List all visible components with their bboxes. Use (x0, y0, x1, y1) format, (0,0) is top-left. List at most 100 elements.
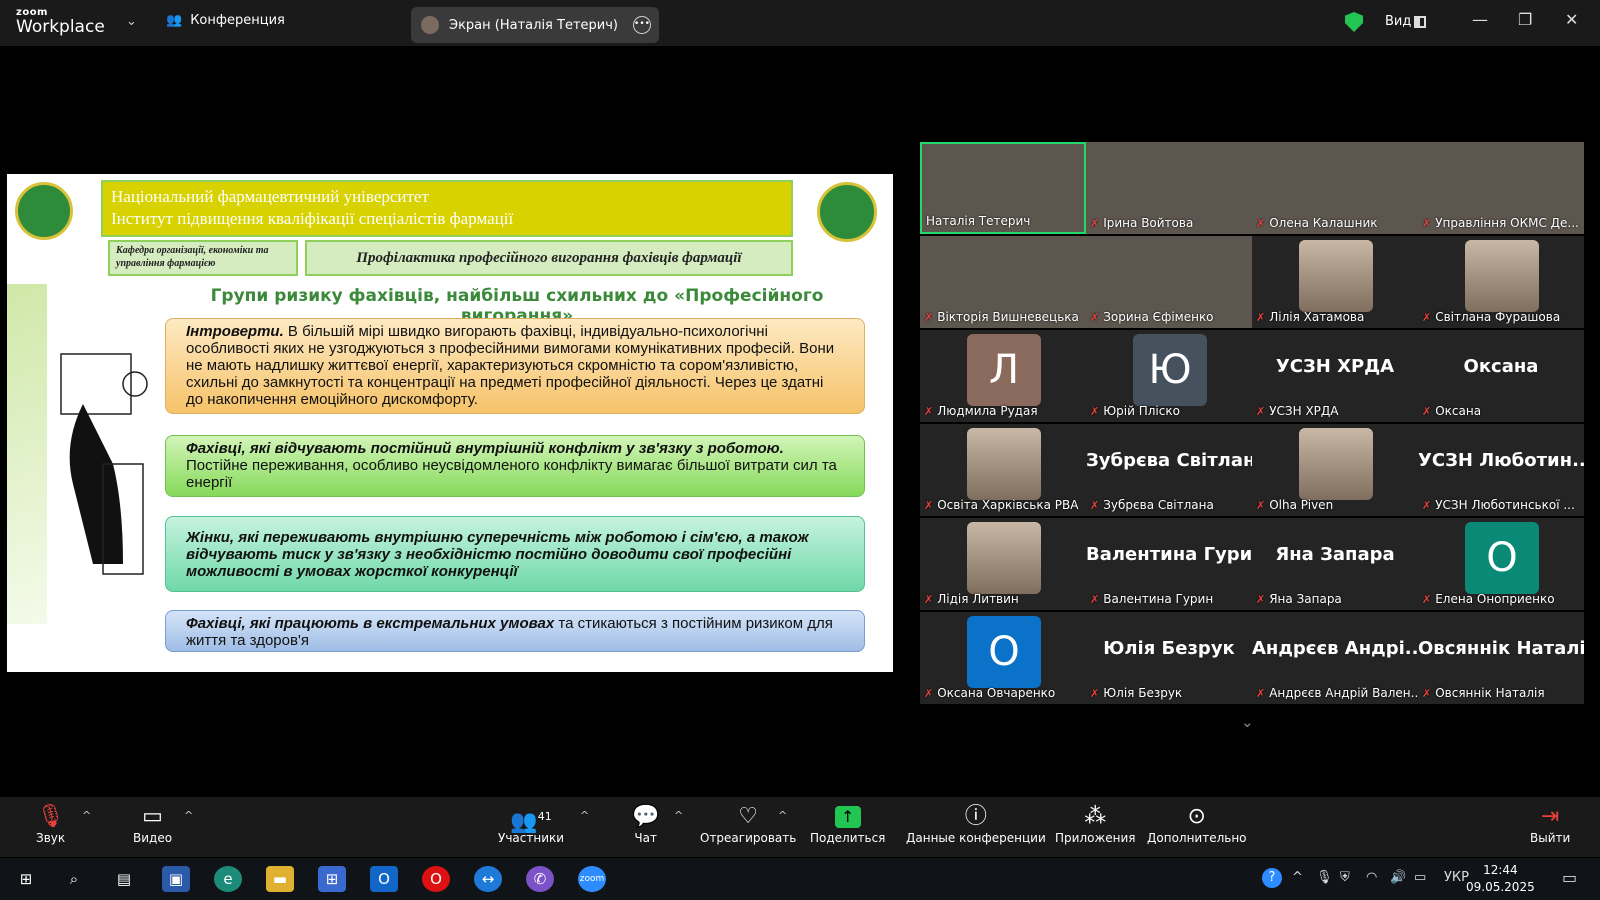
mic-muted-icon: ✗ (924, 498, 934, 512)
view-button[interactable]: Вид (1385, 14, 1411, 29)
chevron-up-icon[interactable]: ^ (1292, 870, 1303, 885)
box1-lead: Інтроверти. (186, 323, 284, 340)
search-icon[interactable]: ⌕ (60, 866, 88, 892)
participant-tile[interactable]: ✗ Ірина Войтова (1086, 142, 1252, 234)
meeting-toolbar: 🎙 Звук ^ ▭ Видео ^ 👥41 Участники ^ 💬 Чат ^ ♡… (0, 797, 1600, 857)
participant-tile[interactable]: Оксана ✗ Оксана (1418, 330, 1584, 422)
meeting-info-button[interactable]: ⓘ Данные конференции (906, 803, 1046, 845)
participant-tile[interactable]: ✗ Лідія Литвин (920, 518, 1086, 610)
participant-tile[interactable]: ✗ Вікторія Вишневецька (920, 236, 1086, 328)
minimize-icon[interactable]: — (1472, 10, 1488, 29)
participant-avatar: Л (967, 334, 1041, 406)
chat-button[interactable]: 💬 Чат (632, 803, 659, 845)
participant-tile[interactable]: Юлія Безрук ✗ Юлія Безрук (1086, 612, 1252, 704)
participants-button[interactable]: 👥41 Участники (498, 803, 564, 845)
participant-name: Андрєєв Андрій Вален... (1269, 686, 1418, 700)
people-icon: 👥 (166, 13, 183, 28)
more-icon[interactable]: ••• (633, 16, 651, 34)
participant-tile[interactable]: ✗ Олена Калашник (1252, 142, 1418, 234)
participant-name: УСЗН ХРДА (1269, 404, 1339, 418)
start-icon[interactable]: ⊞ (12, 866, 40, 892)
battery-icon[interactable]: ▭ (1414, 870, 1426, 885)
participant-tile[interactable]: Валентина Гурин ✗ Валентина Гурин (1086, 518, 1252, 610)
participant-photo (1299, 428, 1373, 500)
participant-display-name: Валентина Гурин (1086, 544, 1252, 565)
chevron-up-icon[interactable]: ^ (674, 809, 683, 822)
info-icon: ⓘ (964, 804, 987, 829)
participant-name: Лілія Хатамова (1269, 310, 1365, 324)
clock[interactable]: 12:44 09.05.2025 (1466, 862, 1535, 896)
opera-icon[interactable]: O (422, 866, 450, 892)
participant-name-label: ✗ Світлана Фурашова (1422, 310, 1560, 324)
security-icon[interactable]: ⛨ (1340, 870, 1350, 885)
participant-photo (1299, 240, 1373, 312)
participant-tile[interactable]: Андрєєв Андрі... ✗ Андрєєв Андрій Вален... (1252, 612, 1418, 704)
restore-icon[interactable]: ❐ (1518, 10, 1532, 29)
layout-icon[interactable] (1414, 16, 1426, 28)
apps-button[interactable]: ⁂ Приложения (1055, 803, 1136, 845)
box3-lead: Жінки, які переживають внутрішню супереч… (186, 529, 809, 580)
mic-muted-icon: ✗ (1090, 404, 1100, 418)
chevron-up-icon[interactable]: ^ (580, 809, 589, 822)
participant-tile[interactable]: ✗ Olha Piven (1252, 424, 1418, 516)
participant-tile[interactable]: ✗ Управління ОКМС Де... (1418, 142, 1584, 234)
close-icon[interactable]: ✕ (1565, 10, 1578, 29)
edge-icon[interactable]: e (214, 866, 242, 892)
participant-tile[interactable]: Овсяннік Наталія ✗ Овсяннік Наталія (1418, 612, 1584, 704)
mic-muted-icon: ✗ (1090, 216, 1100, 230)
notification-icon[interactable]: ▭ (1562, 868, 1577, 887)
store-icon[interactable]: ⊞ (318, 866, 346, 892)
chat-label: Чат (634, 831, 657, 845)
participant-tile[interactable]: О ✗ Елена Оноприенко (1418, 518, 1584, 610)
volume-icon[interactable]: 🔊 (1390, 870, 1406, 885)
participant-tile[interactable]: ✗ Світлана Фурашова (1418, 236, 1584, 328)
meeting-menu[interactable]: 👥 Конференция (166, 13, 285, 28)
risk-group-conflict: Фахівці, які відчувають постійний внутрі… (165, 435, 865, 497)
participant-name: Оксана (1435, 404, 1482, 418)
save-app-icon[interactable]: ▣ (162, 866, 190, 892)
chevron-down-icon[interactable]: ⌄ (1241, 713, 1254, 731)
share-button[interactable]: ↑ Поделиться (810, 803, 885, 845)
participant-avatar: О (967, 616, 1041, 688)
participant-name-label: ✗ Управління ОКМС Де... (1422, 216, 1579, 230)
participant-tile[interactable]: ✗ Освіта Харківська РВА (920, 424, 1086, 516)
share-indicator[interactable]: Экран (Наталія Тетерич) ••• (411, 7, 659, 43)
mic-muted-icon: ✗ (1090, 310, 1100, 324)
risk-group-extreme: Фахівці, які працюють в екстремальних ум… (165, 610, 865, 652)
participant-tile[interactable]: Наталія Тетерич (920, 142, 1086, 234)
audio-label: Звук (36, 831, 66, 845)
help-icon[interactable]: ? (1262, 868, 1282, 888)
participant-tile[interactable]: Л ✗ Людмила Рудая (920, 330, 1086, 422)
zoom-taskbar-icon[interactable]: zoom (578, 866, 606, 892)
folder-icon[interactable]: ▬ (266, 866, 294, 892)
video-button[interactable]: ▭ Видео (133, 803, 172, 845)
chevron-up-icon[interactable]: ^ (778, 809, 787, 822)
info-label: Данные конференции (906, 831, 1046, 845)
participant-name-label: ✗ УСЗН ХРДА (1256, 404, 1338, 418)
participant-tile[interactable]: ✗ Зорина Єфіменко (1086, 236, 1252, 328)
microphone-icon[interactable]: 🎙 (1316, 870, 1333, 885)
shield-icon[interactable] (1345, 12, 1363, 32)
participant-tile[interactable]: УСЗН ХРДА ✗ УСЗН ХРДА (1252, 330, 1418, 422)
outlook-icon[interactable]: O (370, 866, 398, 892)
share-label: Поделиться (810, 831, 886, 845)
task-view-icon[interactable]: ▤ (110, 866, 138, 892)
participant-name: Зубрєва Світлана (1103, 498, 1214, 512)
participant-tile[interactable]: Ю ✗ Юрій Пліско (1086, 330, 1252, 422)
audio-button[interactable]: 🎙 Звук (36, 803, 65, 845)
leave-button[interactable]: ⇥ Выйти (1530, 803, 1570, 845)
participant-tile[interactable]: УСЗН Люботин... ✗ УСЗН Люботинської ... (1418, 424, 1584, 516)
chevron-up-icon[interactable]: ^ (82, 809, 91, 822)
wifi-icon[interactable]: ◠ (1366, 870, 1377, 885)
participant-tile[interactable]: ✗ Лілія Хатамова (1252, 236, 1418, 328)
more-button[interactable]: ⊙ Дополнительно (1147, 803, 1247, 845)
participant-tile[interactable]: Яна Запара ✗ Яна Запара (1252, 518, 1418, 610)
participant-tile[interactable]: О ✗ Оксана Овчаренко (920, 612, 1086, 704)
department-label: Кафедра організації, економіки та управл… (108, 240, 298, 276)
chevron-up-icon[interactable]: ^ (184, 809, 193, 822)
participant-tile[interactable]: Зубрєва Світлана ✗ Зубрєва Світлана (1086, 424, 1252, 516)
teamviewer-icon[interactable]: ↔ (474, 866, 502, 892)
mic-muted-icon: ✗ (1422, 498, 1432, 512)
viber-icon[interactable]: ✆ (526, 866, 554, 892)
chevron-down-icon[interactable]: ⌄ (126, 14, 137, 29)
